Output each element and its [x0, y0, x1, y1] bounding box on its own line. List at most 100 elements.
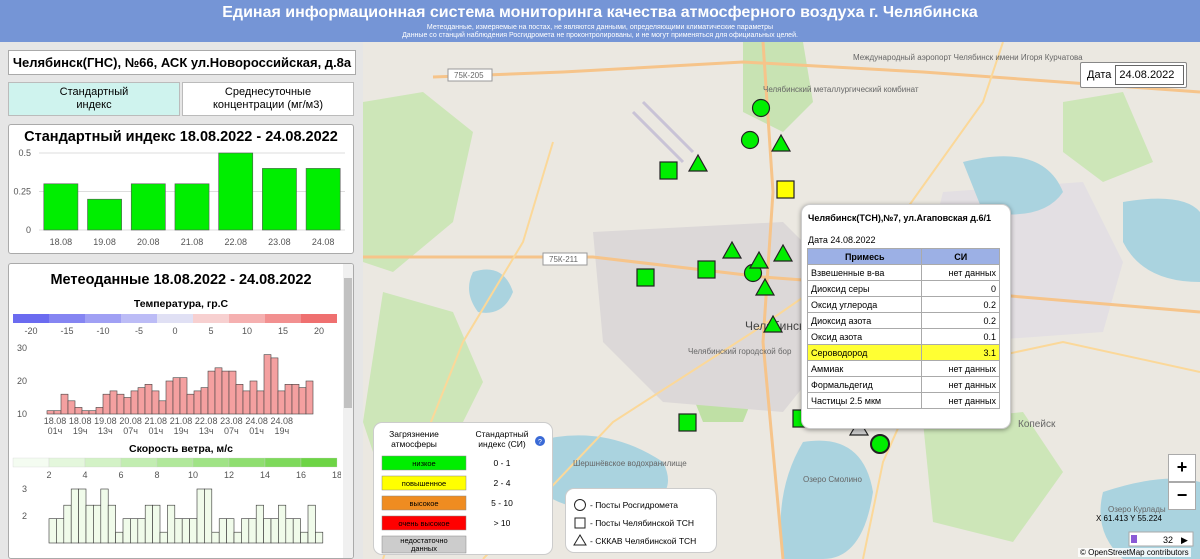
pollutant-name: Оксид углерода — [806, 296, 923, 313]
zoom-level-indicator — [1131, 535, 1137, 543]
pollutant-si-value: 0.1 — [921, 328, 1000, 345]
help-icon-glyph: ? — [538, 439, 542, 446]
wind-bar — [204, 488, 213, 544]
temperature-bar — [270, 357, 279, 415]
wind-bar — [137, 518, 146, 544]
wind-chart: 2 4 6 8 10 12 14 16 18 2 3 — [12, 457, 342, 544]
temperature-bar — [130, 390, 139, 415]
pollutant-name: Аммиак — [806, 360, 923, 377]
temperature-scale-swatch — [13, 314, 49, 323]
temperature-bar — [305, 380, 314, 415]
temperature-bar — [179, 377, 188, 415]
pollutant-row: Формальдегид нет данных — [806, 376, 1000, 393]
app-header: Единая информационная система мониторинг… — [0, 0, 1200, 42]
tsn-post-marker[interactable] — [636, 268, 655, 287]
rosgidromet-post-marker[interactable] — [751, 98, 771, 118]
temperature-scale-swatch — [85, 314, 121, 323]
tab-daily-concentrations[interactable]: Среднесуточные концентрации (мг/м3) — [182, 82, 354, 116]
station-name: Челябинск(ГНС), №66, АСК ул.Новороссийск… — [8, 50, 356, 75]
place-label: Озеро Смолино — [803, 475, 862, 484]
legend-swatch-label: очень высокое — [398, 519, 449, 528]
temperature-bar — [151, 390, 160, 415]
temperature-bar — [172, 377, 181, 415]
wind-scale-swatch — [192, 457, 230, 468]
x-tick-hour: 01ч — [249, 426, 264, 436]
temperature-scale-swatch — [121, 314, 157, 323]
wind-scale-label: 16 — [296, 470, 306, 480]
col-header-si: СИ — [921, 248, 1000, 265]
square-marker-icon — [574, 517, 586, 529]
wind-bar — [144, 504, 153, 544]
wind-bar — [167, 504, 176, 544]
y-tick-label: 10 — [17, 409, 27, 419]
zoom-out-button[interactable]: − — [1168, 482, 1196, 510]
index-chart-title: Стандартный индекс 18.08.2022 - 24.08.20… — [24, 129, 338, 145]
wind-bar — [285, 518, 294, 544]
map-area[interactable]: 75К-205 75К-211 Челябинск Челябинский ме… — [363, 42, 1200, 559]
pollutant-name: Частицы 2.5 мкм — [806, 392, 923, 409]
legend-swatch-label: низкое — [412, 459, 435, 468]
x-tick-hour: 01ч — [48, 426, 63, 436]
date-picker[interactable]: Дата 24.08.2022 — [1080, 62, 1187, 88]
zoom-in-button[interactable]: + — [1168, 454, 1196, 482]
pollutant-name: Диоксид серы — [806, 280, 923, 297]
temperature-bar — [242, 390, 251, 415]
wind-scale-swatch — [156, 457, 194, 468]
temperature-bar — [214, 367, 223, 415]
pollutant-row: Оксид углерода 0.2 — [806, 296, 1000, 313]
y-tick-label: 30 — [17, 343, 27, 353]
temperature-scale-label: 15 — [278, 326, 288, 336]
tab-standard-index[interactable]: Стандартный индекс — [8, 82, 180, 116]
legend-swatch-label: высокое — [409, 499, 438, 508]
wind-bar — [300, 531, 309, 544]
place-label: Озеро Курлады — [1108, 505, 1166, 514]
pollutant-name: Формальдегид — [806, 376, 923, 393]
x-tick-label: 22.08 — [224, 237, 247, 247]
legend-range: 2 - 4 — [493, 478, 510, 488]
wind-bar — [115, 531, 124, 544]
wind-bar — [233, 531, 242, 544]
wind-bar — [270, 518, 279, 544]
wind-bar — [226, 518, 235, 544]
index-chart-panel: Стандартный индекс 18.08.2022 - 24.08.20… — [8, 124, 354, 254]
tsn-post-marker[interactable] — [697, 260, 716, 279]
wind-bar — [248, 518, 257, 544]
popup-date: Дата 24.08.2022 — [808, 235, 876, 245]
rosgidromet-post-marker[interactable] — [740, 130, 760, 150]
map-attribution[interactable]: © OpenStreetMap contributors — [1078, 548, 1191, 557]
tab-standard-index-label: Стандартный индекс — [59, 86, 129, 111]
y-tick-label: 0.25 — [13, 187, 31, 197]
wind-bar — [70, 488, 79, 544]
marker-legend: - Посты Росгидромета - Посты Челябинской… — [565, 488, 717, 553]
wind-scale-label: 12 — [224, 470, 234, 480]
wind-scale-label: 14 — [260, 470, 270, 480]
tsn-post-marker[interactable] — [659, 161, 678, 180]
temperature-scale-swatch — [49, 314, 85, 323]
x-tick-label: 20.08 — [137, 237, 160, 247]
pollutant-si-value: нет данных — [921, 360, 1000, 377]
x-tick-hour: 01ч — [148, 426, 163, 436]
meteo-title: Метеоданные 18.08.2022 - 24.08.2022 — [50, 272, 312, 288]
temperature-bar — [88, 410, 97, 415]
legend-range: > 10 — [494, 518, 511, 528]
legend-swatch-label: данных — [411, 544, 437, 553]
y-tick-label: 3 — [22, 484, 27, 494]
popup-title: Челябинск(ТСН),№7, ул.Агаповская д.6/1 — [808, 213, 991, 223]
wind-scale-label: 6 — [118, 470, 123, 480]
temperature-bar — [95, 407, 104, 415]
date-input[interactable]: 24.08.2022 — [1115, 65, 1185, 85]
index-chart: 0 0.25 0.5 18.08 19.08 20.08 21.08 22.08 23.08 24… — [13, 148, 345, 247]
tsn-post-marker[interactable] — [678, 413, 697, 432]
x-tick-date: 18.08 — [69, 416, 92, 426]
tsn-post-marker[interactable] — [776, 180, 795, 199]
circle-marker-icon — [574, 499, 586, 511]
rosgidromet-post-marker-selected[interactable] — [870, 434, 890, 454]
x-tick-date: 18.08 — [44, 416, 67, 426]
x-tick-date: 21.08 — [145, 416, 168, 426]
meteo-panel: Метеоданные 18.08.2022 - 24.08.2022 Темп… — [8, 263, 354, 559]
scrollbar[interactable] — [343, 264, 353, 558]
x-tick-date: 21.08 — [170, 416, 193, 426]
temperature-bar — [298, 387, 307, 415]
wind-bar — [122, 518, 131, 544]
scrollbar-thumb[interactable] — [344, 278, 352, 408]
